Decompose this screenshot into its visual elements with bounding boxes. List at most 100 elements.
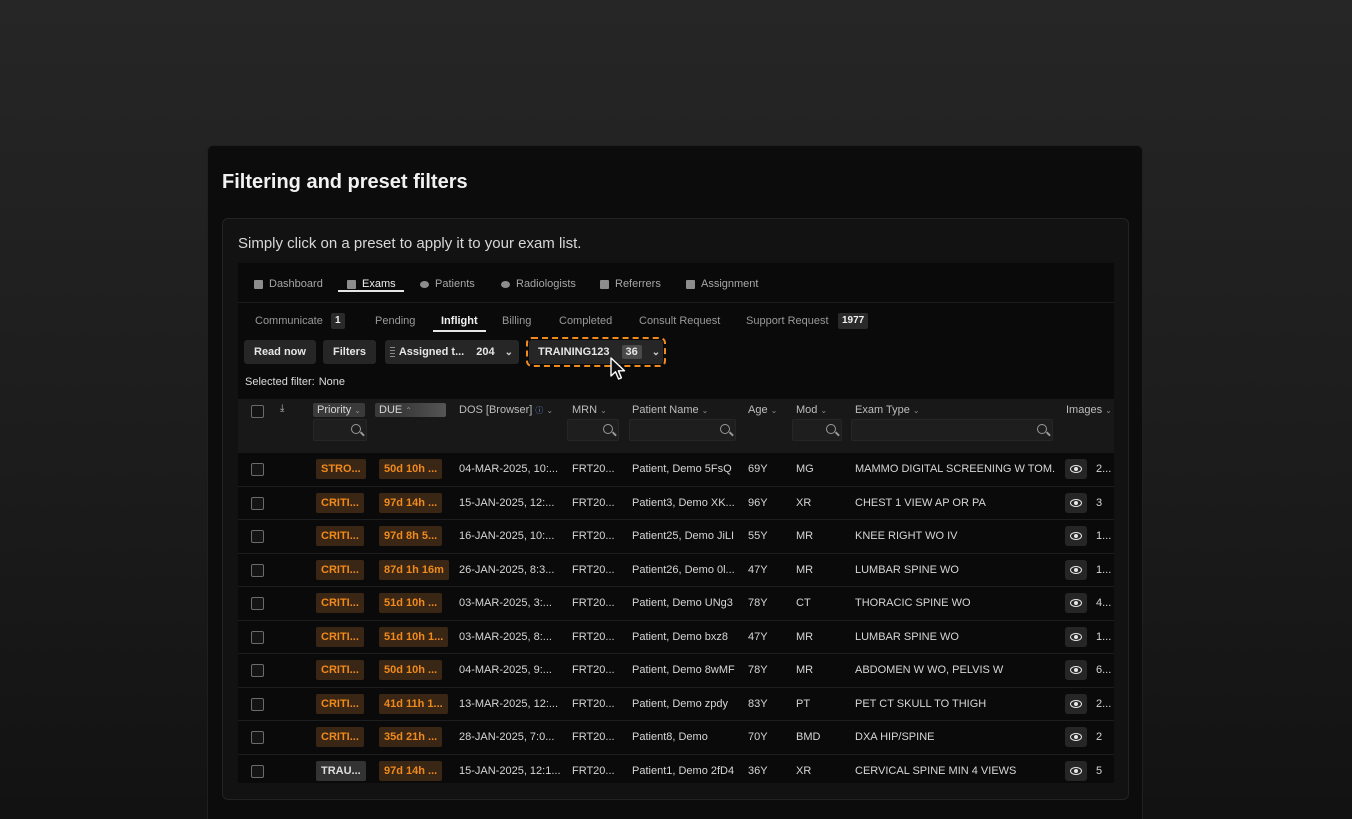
view-images-icon[interactable] (1065, 526, 1087, 546)
table-row[interactable]: STRO... 50d 10h ... 04-MAR-2025, 10:... FRT… (238, 453, 1114, 487)
patient-name-cell[interactable]: Patient, Demo 5FsQ (632, 463, 740, 475)
age-cell: 70Y (748, 731, 768, 743)
view-images-icon[interactable] (1065, 693, 1087, 714)
table-row[interactable]: TRAU... 97d 14h ... 15-JAN-2025, 12:1... FR… (238, 755, 1114, 784)
table-row[interactable]: CRITI... 51d 10h ... 03-MAR-2025, 3:... FRT… (238, 587, 1114, 621)
view-images-icon[interactable] (1065, 626, 1087, 647)
images-cell: 2 (1096, 731, 1103, 743)
view-images-icon[interactable] (1065, 660, 1087, 680)
view-images-icon[interactable] (1065, 459, 1087, 479)
mrn-cell: FRT20... (572, 597, 615, 609)
preset-assigned[interactable]: Assigned t... 204 ⌄ (385, 340, 519, 364)
patient-name-cell[interactable]: Patient, Demo 8wMF (632, 664, 740, 676)
due-badge: 97d 14h ... (379, 760, 443, 781)
priority-badge: CRITI... (316, 559, 364, 580)
col-mrn[interactable]: MRN ⌄ (572, 404, 607, 416)
view-images-icon[interactable] (1065, 593, 1087, 613)
row-checkbox[interactable] (251, 530, 264, 543)
nav-radiologists[interactable]: Radiologists (501, 274, 576, 294)
due-badge: 97d 8h 5... (379, 526, 443, 546)
tab-consult-request[interactable]: Consult Request (639, 315, 720, 327)
nav-referrers-label: Referrers (615, 278, 661, 290)
view-images-icon[interactable] (1065, 559, 1087, 580)
chevron-down-icon[interactable]: ⌄ (505, 347, 513, 358)
table-header: ⤓ Priority ⌄ DUE ⌃ DOS [Browser] ⓘ ⌄ MRN ⌄ Pa… (238, 399, 1114, 453)
mod-filter-input[interactable] (792, 419, 842, 441)
table-row[interactable]: CRITI... 51d 10h 1... 03-MAR-2025, 8:... FR… (238, 621, 1114, 654)
col-dos[interactable]: DOS [Browser] ⓘ ⌄ (459, 404, 553, 416)
patient-name-cell[interactable]: Patient1, Demo 2fD4 (632, 765, 740, 777)
col-mod[interactable]: Mod ⌄ (796, 404, 827, 416)
table-row[interactable]: CRITI... 97d 14h ... 15-JAN-2025, 12:... FR… (238, 487, 1114, 520)
tab-support-request[interactable]: Support Request (746, 315, 829, 327)
table-row[interactable]: CRITI... 87d 1h 16m 26-JAN-2025, 8:3... FRT… (238, 554, 1114, 587)
patient-name-cell[interactable]: Patient3, Demo XK... (632, 497, 740, 509)
feature-card: Filtering and preset filters Simply clic… (207, 145, 1143, 819)
table-row[interactable]: CRITI... 97d 8h 5... 16-JAN-2025, 10:... FR… (238, 520, 1114, 554)
table-row[interactable]: CRITI... 35d 21h ... 28-JAN-2025, 7:0... FR… (238, 721, 1114, 755)
nav-patients[interactable]: Patients (420, 274, 475, 294)
exam-type-filter-input[interactable] (851, 419, 1053, 441)
exam-type-cell: CHEST 1 VIEW AP OR PA (855, 496, 986, 509)
download-icon[interactable]: ⤓ (280, 403, 284, 414)
mouse-cursor-icon (610, 357, 626, 380)
col-age[interactable]: Age ⌄ (748, 404, 777, 416)
view-images-icon[interactable] (1065, 727, 1087, 747)
table-row[interactable]: CRITI... 41d 11h 1... 13-MAR-2025, 12:... F… (238, 688, 1114, 721)
chevron-down-icon[interactable]: ⌄ (652, 347, 660, 358)
col-due[interactable]: DUE ⌃ (375, 403, 446, 417)
priority-filter-input[interactable] (313, 419, 367, 441)
col-priority[interactable]: Priority ⌄ (313, 403, 365, 417)
mrn-cell: FRT20... (572, 463, 615, 475)
row-checkbox[interactable] (251, 563, 264, 577)
assignment-icon (686, 279, 695, 289)
tab-pending[interactable]: Pending (375, 315, 415, 327)
tab-billing[interactable]: Billing (502, 315, 531, 327)
tab-inflight[interactable]: Inflight (441, 315, 478, 327)
row-checkbox[interactable] (251, 731, 264, 744)
preset-assigned-label: Assigned t... (398, 346, 465, 358)
selected-filter-value: None (318, 376, 345, 388)
dashboard-icon (254, 279, 263, 289)
referrers-icon (600, 279, 609, 289)
nav-assignment[interactable]: Assignment (686, 274, 758, 294)
priority-badge: CRITI... (316, 526, 364, 546)
row-checkbox[interactable] (251, 764, 264, 778)
patient-name-cell[interactable]: Patient25, Demo JiLI (632, 530, 740, 542)
patient-name-cell[interactable]: Patient, Demo bxz8 (632, 631, 740, 643)
view-images-icon[interactable] (1065, 492, 1087, 513)
exam-type-cell: PET CT SKULL TO THIGH (855, 697, 987, 710)
col-images-label: Images (1066, 404, 1103, 416)
nav-referrers[interactable]: Referrers (600, 274, 661, 294)
row-checkbox[interactable] (251, 697, 264, 711)
images-cell: 1... (1096, 630, 1112, 643)
patient-filter-input[interactable] (629, 419, 736, 441)
mrn-filter-input[interactable] (567, 419, 619, 441)
col-exam-type[interactable]: Exam Type ⌄ (855, 404, 920, 416)
view-images-icon[interactable] (1065, 760, 1087, 781)
row-checkbox[interactable] (251, 463, 264, 476)
row-checkbox[interactable] (251, 496, 264, 510)
patient-name-cell[interactable]: Patient, Demo zpdy (632, 698, 740, 710)
patient-name-cell[interactable]: Patient, Demo UNg3 (632, 597, 740, 609)
exam-type-cell: DXA HIP/SPINE (855, 731, 935, 743)
nav-dashboard[interactable]: Dashboard (254, 274, 323, 294)
patient-name-cell[interactable]: Patient8, Demo (632, 731, 740, 743)
tab-communicate[interactable]: Communicate (255, 315, 323, 327)
patient-name-cell[interactable]: Patient26, Demo 0l... (632, 564, 740, 576)
read-now-button[interactable]: Read now (244, 340, 316, 364)
row-checkbox[interactable] (251, 597, 264, 610)
col-patient-name[interactable]: Patient Name ⌄ (632, 404, 708, 416)
row-checkbox[interactable] (251, 630, 264, 644)
search-icon (826, 424, 836, 434)
dos-cell: 28-JAN-2025, 7:0... (459, 731, 555, 743)
col-images[interactable]: Images ⌄ (1066, 404, 1112, 416)
preset-training123[interactable]: TRAINING123 36 ⌄ (526, 337, 666, 367)
drag-handle-icon[interactable] (390, 347, 395, 357)
tab-completed[interactable]: Completed (559, 315, 612, 327)
select-all-checkbox[interactable] (251, 405, 264, 418)
table-row[interactable]: CRITI... 50d 10h ... 04-MAR-2025, 9:... FRT… (238, 654, 1114, 688)
selected-filter: Selected filter: None (245, 376, 345, 388)
row-checkbox[interactable] (251, 664, 264, 677)
filters-button[interactable]: Filters (323, 340, 377, 364)
